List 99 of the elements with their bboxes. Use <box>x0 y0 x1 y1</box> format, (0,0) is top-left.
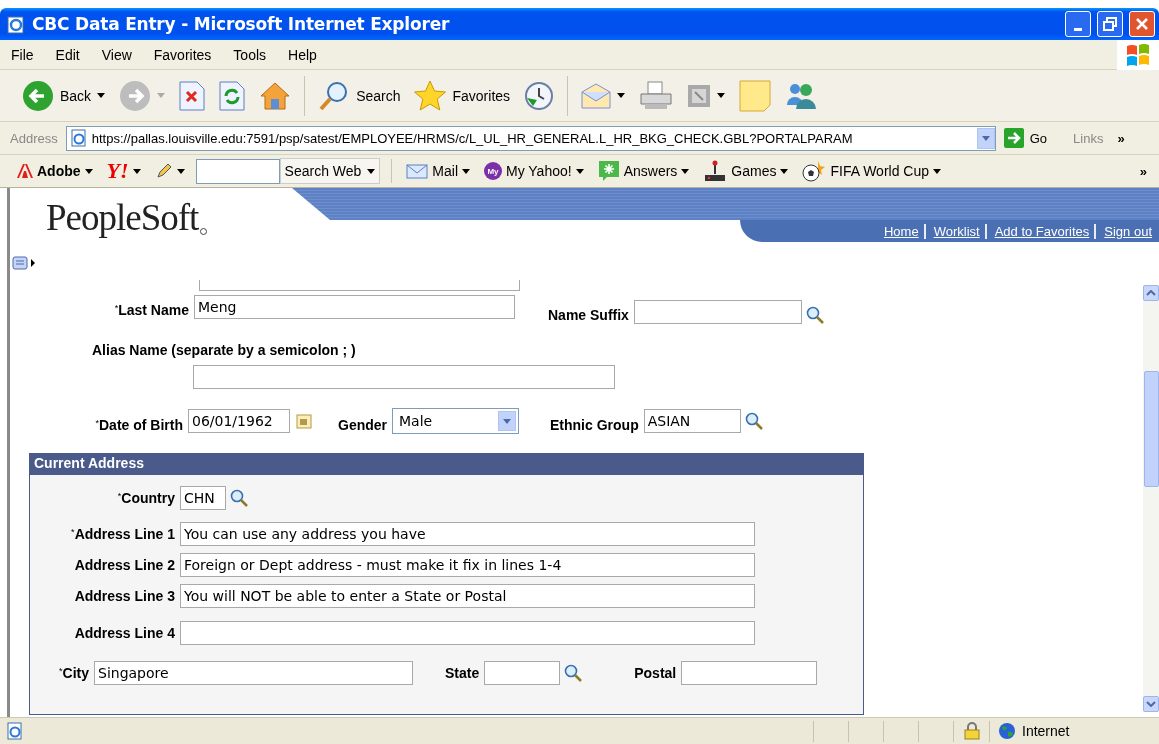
lock-icon <box>963 722 980 740</box>
zone-label: Internet <box>1022 723 1070 739</box>
menu-item[interactable]: Edit <box>44 46 91 63</box>
menu-item[interactable]: File <box>0 46 45 63</box>
window-title: CBC Data Entry - Microsoft Internet Explorer <box>32 14 451 34</box>
input-field[interactable]: ASIAN <box>643 409 741 433</box>
input-field[interactable]: CHN <box>180 486 226 510</box>
restore-icon <box>1103 17 1117 31</box>
input-field[interactable] <box>633 300 802 324</box>
toolbar-link[interactable]: Mail <box>403 163 473 179</box>
caret-icon <box>503 418 511 424</box>
address-field[interactable]: https://pallas.louisville.edu:7591/psp/satest/EMPLOYEE/HRMS/c/L_UL_HR_GENERAL.L_HR_BKG_CHECK.GBL?PORTALPARAM <box>65 125 996 151</box>
yahoo-button[interactable]: Y! <box>103 158 144 184</box>
printer-icon <box>639 80 674 111</box>
clock-icon <box>524 80 555 111</box>
page-menu-icon[interactable] <box>12 256 36 270</box>
input-field[interactable] <box>484 661 561 685</box>
field-label: $^{*}$Address Line 1 <box>70 525 176 543</box>
dropdown-button[interactable] <box>976 127 995 149</box>
my-yahoo-button[interactable]: My My Yahoo! <box>481 162 587 180</box>
toolbar-link[interactable]: Answers <box>594 160 693 182</box>
input-field[interactable]: Foreign or Dept address - must make it fix in lines 1-4 <box>180 553 755 577</box>
field-label: Address Line 4 <box>73 624 176 642</box>
input-field[interactable]: Singapore <box>94 661 413 685</box>
chevron-up-icon <box>1146 290 1156 296</box>
search-button[interactable]: Search <box>314 77 405 114</box>
input-field[interactable]: Meng <box>194 295 515 319</box>
browser-icon <box>6 14 26 34</box>
arrow-icon <box>1003 128 1024 148</box>
favorites-button[interactable]: Favorites <box>410 77 515 114</box>
gender-select[interactable]: Male <box>392 408 519 434</box>
adobe-logo-icon <box>17 164 33 178</box>
chevron-down-icon <box>1146 701 1156 707</box>
toolbar-link[interactable]: FIFA World Cup <box>799 160 945 182</box>
field-label: Ethnic Group <box>550 416 640 434</box>
field-label: $^{*}$City <box>58 664 90 682</box>
search-web-button[interactable]: Search Web <box>279 158 381 184</box>
stop-icon <box>179 80 206 111</box>
field-label: State <box>445 664 481 682</box>
answers-icon <box>597 160 620 182</box>
menu-item[interactable]: View <box>90 46 143 63</box>
soccer-ball-icon <box>802 160 827 182</box>
search-icon[interactable] <box>564 664 583 682</box>
page-icon <box>6 722 24 740</box>
field-label: $^{*}$Last Name <box>113 301 190 319</box>
search-icon[interactable] <box>805 306 824 324</box>
field-label: $^{*}$Date of Birth <box>94 416 184 434</box>
menu-item[interactable]: Tools <box>222 46 278 63</box>
close-icon <box>1135 17 1149 31</box>
input-field[interactable]: You will NOT be able to enter a State or Postal <box>180 584 755 608</box>
back-button[interactable]: Back <box>18 77 110 114</box>
toolbar-link[interactable]: Games <box>700 160 792 182</box>
field-label: Gender <box>338 416 388 434</box>
note-icon <box>739 79 772 112</box>
search-icon[interactable] <box>744 412 763 430</box>
page-icon <box>69 129 88 147</box>
menu-item[interactable]: Favorites <box>142 46 223 63</box>
menu-item[interactable]: Help <box>277 46 328 63</box>
home-icon <box>259 80 292 111</box>
search-icon[interactable] <box>230 489 248 507</box>
nav-link[interactable]: Worklist <box>923 223 985 239</box>
minimize-button[interactable] <box>1065 11 1091 37</box>
windows-logo-icon <box>1125 42 1151 67</box>
field-label: Name Suffix <box>548 306 630 324</box>
input-field[interactable] <box>681 661 818 685</box>
panel-title: Current Address <box>30 454 863 475</box>
go-button[interactable]: Go <box>999 126 1052 150</box>
input-field[interactable] <box>180 621 755 645</box>
field-label: Address Line 3 <box>73 587 176 605</box>
calendar-icon[interactable] <box>296 413 312 429</box>
edit-icon <box>687 83 712 108</box>
joystick-icon <box>703 160 728 182</box>
envelope-icon <box>406 163 429 179</box>
pencil-icon <box>154 162 173 180</box>
refresh-icon <box>219 80 246 111</box>
more-links-button[interactable]: » <box>1133 163 1159 179</box>
field-label: Postal <box>634 664 678 682</box>
address-label: Address <box>9 130 59 146</box>
envelope-icon <box>581 82 612 109</box>
nav-link[interactable]: Home <box>875 223 924 239</box>
search-field[interactable] <box>195 158 280 184</box>
field-label: Alias Name (separate by a semicolon ; ) <box>92 341 357 359</box>
minimize-icon <box>1074 27 1082 31</box>
star-icon <box>414 79 447 112</box>
restore-button[interactable] <box>1097 11 1123 37</box>
nav-link[interactable]: Sign out <box>1094 223 1157 239</box>
field-label: Address Line 2 <box>73 556 176 574</box>
adobe-button[interactable]: Adobe <box>14 163 96 179</box>
caret-icon <box>981 135 990 141</box>
more-links-button[interactable]: » <box>1111 130 1131 146</box>
peoplesoft-logo: PeopleSoft <box>10 188 292 270</box>
globe-icon <box>998 722 1016 740</box>
scrollbar[interactable] <box>1143 285 1159 712</box>
input-field[interactable] <box>193 365 615 389</box>
nav-link[interactable]: Add to Favorites <box>984 223 1095 239</box>
field-label: $^{*}$Country <box>116 489 176 507</box>
close-button[interactable] <box>1129 11 1155 37</box>
input-field[interactable]: 06/01/1962 <box>188 409 290 433</box>
input-field[interactable]: You can use any address you have <box>180 522 755 546</box>
